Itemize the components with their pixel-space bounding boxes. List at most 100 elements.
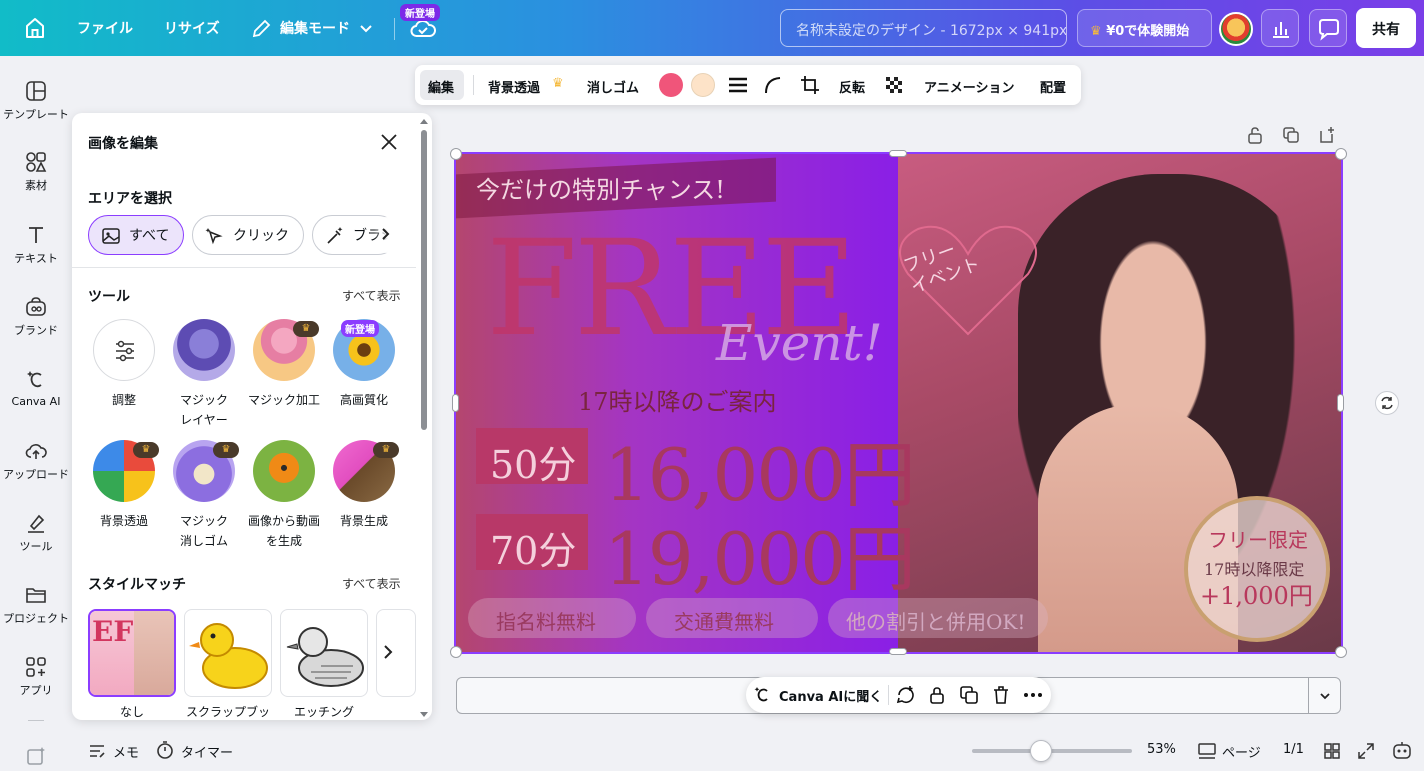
chevron-right-icon[interactable]: [378, 227, 392, 241]
tool-magic-edit[interactable]: ♛ マジック加工: [244, 319, 324, 410]
magic-eraser-icon: ♛: [173, 440, 239, 502]
edit-button[interactable]: 編集: [428, 77, 454, 96]
grid-view-icon[interactable]: [1323, 742, 1341, 760]
area-chip-all[interactable]: すべて: [88, 215, 184, 255]
more-icon[interactable]: [1023, 685, 1043, 705]
rotate-handle[interactable]: [1375, 391, 1399, 415]
style-see-all-link[interactable]: すべて表示: [342, 575, 401, 592]
tools-icon: [28, 514, 45, 533]
rail-item-text[interactable]: テキスト: [0, 224, 72, 266]
scroll-down-icon[interactable]: [419, 711, 429, 719]
magic-layer-icon: [173, 319, 235, 381]
zoom-slider[interactable]: [972, 749, 1132, 753]
style-card-etching[interactable]: [280, 609, 368, 697]
resize-handle-br[interactable]: [1335, 646, 1347, 658]
share-button[interactable]: 共有: [1356, 8, 1416, 48]
bg-remove-icon: ♛: [93, 440, 159, 502]
scroll-up-icon[interactable]: [419, 117, 429, 125]
pencil-icon: [252, 19, 271, 38]
add-page-icon[interactable]: [1318, 126, 1336, 144]
bg-remove-button[interactable]: 背景透過: [488, 77, 540, 96]
panel-scrollbar[interactable]: [421, 130, 427, 430]
price-label-2: 19,000円: [604, 517, 916, 601]
flip-button[interactable]: 反転: [839, 77, 865, 96]
tool-magic-eraser[interactable]: ♛ マジック 消しゴム: [164, 440, 244, 551]
badge-title: フリー限定: [1208, 528, 1308, 552]
tools-see-all-link[interactable]: すべて表示: [342, 287, 401, 304]
resize-handle-left[interactable]: [452, 394, 459, 412]
area-chip-click[interactable]: クリック: [192, 215, 304, 255]
file-menu[interactable]: ファイル: [77, 18, 133, 38]
chip-label: クリック: [233, 228, 289, 244]
lock-icon[interactable]: [1246, 126, 1264, 144]
transparency-icon[interactable]: [884, 75, 904, 95]
eraser-button[interactable]: 消しゴム: [587, 77, 639, 96]
design-title-field[interactable]: 名称未設定のデザイン - 1672px × 941px: [780, 9, 1067, 47]
home-icon[interactable]: [20, 14, 50, 42]
close-icon[interactable]: [379, 132, 399, 152]
zoom-slider-handle[interactable]: [1030, 740, 1052, 762]
avatar[interactable]: [1219, 12, 1253, 46]
pill-text: 他の割引と併用OK!: [846, 610, 1026, 634]
timer-button[interactable]: タイマー: [181, 742, 233, 761]
tools-section-title: ツール: [88, 289, 130, 305]
design-canvas[interactable]: 今だけの特別チャンス! FREE Event! 17時以降のご案内 フリー イベ…: [454, 152, 1343, 654]
rail-item-brand[interactable]: ブランド: [0, 296, 72, 338]
comment-add-icon[interactable]: [896, 685, 916, 705]
duplicate-icon[interactable]: [959, 685, 979, 705]
resize-handle-bottom[interactable]: [889, 648, 907, 655]
fullscreen-icon[interactable]: [1357, 742, 1375, 760]
style-thumb-text: EF: [92, 615, 134, 648]
rail-item-apps[interactable]: アプリ: [0, 656, 72, 698]
insights-button[interactable]: [1261, 9, 1299, 47]
resize-handle-tl[interactable]: [450, 148, 462, 160]
area-section-title: エリアを選択: [88, 191, 172, 207]
trash-icon[interactable]: [991, 685, 1011, 705]
edit-mode-menu[interactable]: 編集モード: [280, 18, 350, 38]
free-trial-button[interactable]: ♛ ¥0で体験開始: [1077, 9, 1212, 47]
cloud-check-icon[interactable]: [410, 18, 436, 40]
ask-canva-ai-button[interactable]: Canva AIに聞く: [779, 686, 882, 705]
rail-item-projects[interactable]: プロジェクト: [0, 584, 72, 626]
crop-icon[interactable]: [800, 75, 820, 95]
magic-media-icon[interactable]: [26, 746, 46, 766]
magic-click-icon: [205, 228, 223, 245]
rail-item-elements[interactable]: 素材: [0, 151, 72, 193]
resize-handle-bl[interactable]: [450, 646, 462, 658]
style-card-scrapbook[interactable]: [184, 609, 272, 697]
tool-upscale[interactable]: 新登場 高画質化: [324, 319, 404, 410]
tool-bg-remove[interactable]: ♛ 背景透過: [84, 440, 164, 531]
animate-button[interactable]: アニメーション: [924, 77, 1014, 96]
resize-handle-right[interactable]: [1337, 394, 1344, 412]
lock-icon[interactable]: [927, 685, 947, 705]
tool-label: 高画質化: [339, 393, 388, 407]
rail-item-templates[interactable]: テンプレート: [0, 80, 72, 122]
position-button[interactable]: 配置: [1040, 77, 1066, 96]
resize-handle-tr[interactable]: [1335, 148, 1347, 160]
pages-button[interactable]: ページ: [1222, 742, 1261, 761]
canva-ai-icon: [27, 371, 42, 388]
style-card-none[interactable]: EF: [88, 609, 176, 697]
tool-image-to-video[interactable]: 画像から動画 を生成: [244, 440, 324, 551]
rail-item-canva-ai[interactable]: Canva AI: [0, 369, 72, 408]
chevron-down-icon[interactable]: [1318, 689, 1332, 703]
zoom-level[interactable]: 53%: [1147, 742, 1176, 757]
rail-item-tools[interactable]: ツール: [0, 512, 72, 554]
style-card-next[interactable]: [376, 609, 416, 697]
notes-button[interactable]: メモ: [113, 742, 139, 761]
tool-magic-layer[interactable]: マジック レイヤー: [164, 319, 244, 430]
rail-item-uploads[interactable]: アップロード: [0, 440, 72, 482]
resize-menu[interactable]: リサイズ: [164, 18, 220, 38]
crown-icon: ♛: [373, 442, 399, 458]
resize-handle-top[interactable]: [889, 150, 907, 157]
tool-bg-generate[interactable]: ♛ 背景生成: [324, 440, 404, 531]
tool-adjust[interactable]: 調整: [84, 319, 164, 410]
chevron-down-icon[interactable]: [359, 22, 373, 36]
color-swatch-cream[interactable]: [691, 73, 715, 97]
comment-button[interactable]: [1309, 9, 1347, 47]
corner-rounding-icon[interactable]: [763, 75, 783, 95]
assistant-icon[interactable]: [1391, 740, 1413, 762]
border-style-icon[interactable]: [728, 75, 748, 95]
duplicate-icon[interactable]: [1282, 126, 1300, 144]
color-swatch-pink[interactable]: [659, 73, 683, 97]
